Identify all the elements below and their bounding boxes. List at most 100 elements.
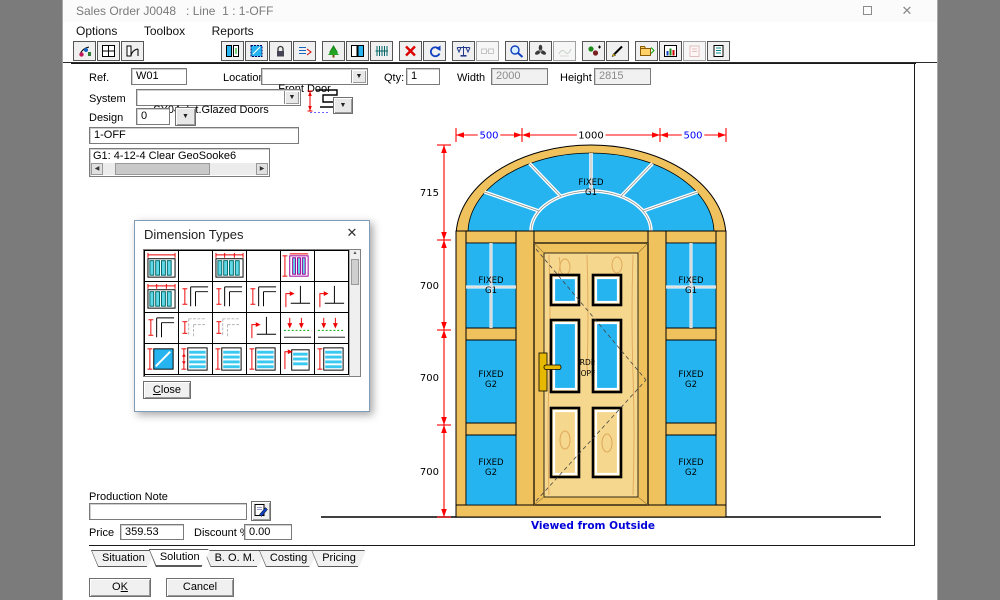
dimension-type-louvre[interactable] — [315, 344, 349, 375]
page-border-right — [914, 63, 915, 545]
horizontal-scrollbar[interactable]: ◀ ▶ — [91, 163, 268, 175]
maximize-button[interactable] — [851, 0, 883, 22]
dim-1000: 1000 — [578, 131, 603, 142]
right-pane1-fixed: FIXED — [678, 276, 704, 286]
dimension-type-profileF[interactable] — [179, 313, 213, 344]
dimension-type-louvre[interactable] — [213, 344, 247, 375]
double-door-button[interactable] — [346, 41, 369, 61]
menu-bar: Options Toolbox Reports — [63, 22, 937, 40]
dimension-type-profileF[interactable] — [213, 313, 247, 344]
door-plan-button[interactable] — [121, 41, 144, 61]
dimension-type-panelV[interactable] — [281, 251, 315, 282]
options-list-icon — [297, 44, 313, 58]
scales-button[interactable] — [452, 41, 475, 61]
dimension-type-dotsG[interactable] — [315, 313, 349, 344]
cancel-button[interactable]: Cancel — [166, 578, 234, 597]
production-note-input[interactable] — [89, 503, 247, 520]
line-description-input[interactable]: 1-OFF — [89, 127, 299, 144]
dimension-type-glass[interactable] — [145, 344, 179, 375]
sketch-icon — [557, 44, 573, 58]
dimension-type-cornerA[interactable] — [281, 282, 315, 313]
dimension-type-louvre[interactable] — [247, 344, 281, 375]
tab-label: Situation — [92, 551, 155, 566]
scroll-thumb[interactable] — [351, 259, 359, 285]
report-button[interactable] — [707, 41, 730, 61]
vertical-scrollbar[interactable]: ▲ — [349, 250, 360, 376]
chart-button[interactable] — [659, 41, 682, 61]
edit-note-button[interactable] — [251, 501, 271, 521]
tab-b-o-m[interactable]: B. O. M. — [204, 550, 264, 567]
dimension-type-cornerA[interactable] — [247, 313, 281, 344]
title-bar[interactable]: Sales Order J0048 : Line 1 : 1-OFF ✕ — [63, 0, 937, 22]
dimension-type-cornerV[interactable] — [145, 313, 179, 344]
tab-costing[interactable]: Costing — [259, 550, 316, 567]
price-input[interactable]: 359.53 — [120, 524, 184, 540]
menu-options[interactable]: Options — [76, 24, 117, 38]
export-button[interactable] — [635, 41, 658, 61]
qty-input[interactable]: 1 — [406, 68, 440, 85]
colors-button[interactable] — [582, 41, 605, 61]
bars-icon — [374, 44, 390, 58]
ref-input[interactable]: W01 — [131, 68, 187, 85]
close-dialog-button[interactable]: Close — [143, 381, 191, 399]
dimension-type-cornerV[interactable] — [247, 282, 281, 313]
close-button[interactable]: ✕ — [891, 0, 923, 22]
undo-button[interactable] — [423, 41, 446, 61]
panel-select-button[interactable] — [221, 41, 244, 61]
dimension-type-blank[interactable] — [315, 251, 349, 282]
glazing-list-item[interactable]: G1: 4-12-4 Clear GeoSooke6 — [90, 149, 269, 163]
dimension-type-blank[interactable] — [247, 251, 281, 282]
options-list-button[interactable] — [293, 41, 316, 61]
colors-icon — [586, 44, 602, 58]
bars-button[interactable] — [370, 41, 393, 61]
ok-button[interactable]: OK — [89, 578, 151, 597]
glazing-button[interactable] — [245, 41, 268, 61]
tree-view-button[interactable] — [322, 41, 345, 61]
dimension-type-blank[interactable] — [179, 251, 213, 282]
tab-pricing[interactable]: Pricing — [311, 550, 365, 567]
discount-input[interactable]: 0.00 — [244, 524, 292, 540]
dimension-type-cornerV[interactable] — [213, 282, 247, 313]
scroll-left-icon[interactable]: ◀ — [91, 163, 103, 175]
dimension-type-louvre3[interactable] — [179, 344, 213, 375]
location-select[interactable]: Front Door ▼ — [261, 68, 368, 85]
dimension-type-cornerV[interactable] — [179, 282, 213, 313]
fan-icon — [533, 44, 549, 58]
paint-setup-button[interactable] — [73, 41, 96, 61]
dimension-type-winH2[interactable] — [145, 282, 179, 313]
delete-button[interactable] — [399, 41, 422, 61]
dialog-close-icon[interactable]: ✕ — [343, 225, 361, 241]
system-select[interactable]: SY04 Int.Glazed Doors ▼ — [136, 89, 301, 106]
profile-dropdown-button[interactable]: ▼ — [333, 97, 353, 114]
toolbar-separator — [394, 41, 398, 61]
menu-reports[interactable]: Reports — [212, 24, 254, 38]
spring-transom — [456, 231, 726, 243]
door-drawing[interactable]: 500 1000 500 715 700 700 700 — [301, 125, 901, 535]
tab-solution[interactable]: Solution — [149, 549, 209, 567]
dimension-type-winH2[interactable] — [213, 251, 247, 282]
dimension-type-cornerA[interactable] — [315, 282, 349, 313]
page-tabs: SituationSolutionB. O. M.CostingPricing — [91, 550, 360, 568]
chevron-down-icon[interactable]: ▼ — [284, 91, 299, 104]
fan-button[interactable] — [529, 41, 552, 61]
dimension-type-louvreA[interactable] — [281, 344, 315, 375]
dimension-type-dotsG[interactable] — [281, 313, 315, 344]
pen-button[interactable] — [606, 41, 629, 61]
tab-situation[interactable]: Situation — [91, 550, 154, 567]
glazing-listbox[interactable]: G1: 4-12-4 Clear GeoSooke6 ◀ ▶ — [89, 148, 270, 177]
scroll-thumb[interactable] — [115, 163, 210, 175]
menu-toolbox[interactable]: Toolbox — [144, 24, 185, 38]
dimension-type-winH[interactable] — [145, 251, 179, 282]
chevron-down-icon[interactable]: ▼ — [351, 70, 366, 83]
grid-window-button[interactable] — [97, 41, 120, 61]
location-label: Location — [223, 72, 265, 84]
design-input[interactable]: 0 — [136, 108, 170, 125]
zoom-button[interactable] — [505, 41, 528, 61]
chart-icon — [663, 44, 679, 58]
scroll-right-icon[interactable]: ▶ — [256, 163, 268, 175]
tab-label: Pricing — [312, 551, 366, 566]
hardware-button[interactable] — [269, 41, 292, 61]
design-dropdown-button[interactable]: ▼ — [175, 107, 196, 126]
hardware-icon — [273, 44, 289, 58]
fanlight-label-g1: G1 — [585, 188, 597, 198]
